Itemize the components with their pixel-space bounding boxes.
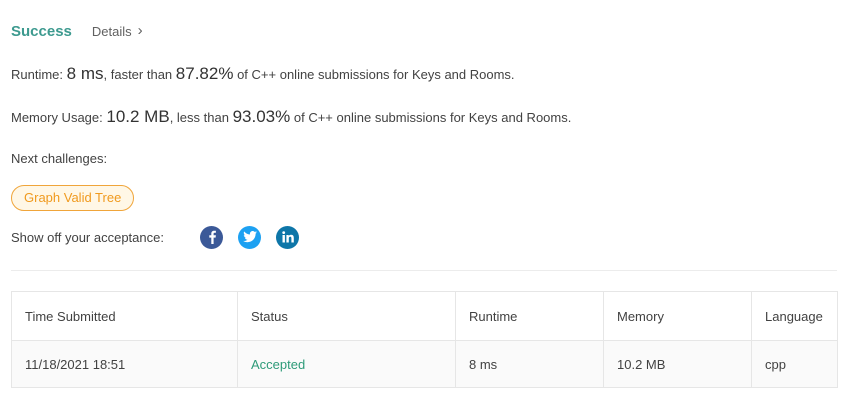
cell-time-submitted: 11/18/2021 18:51 — [11, 340, 238, 388]
memory-label: Memory Usage: — [11, 110, 103, 125]
details-link[interactable]: Details › — [91, 21, 143, 40]
runtime-value: 8 ms — [66, 64, 104, 83]
challenge-tag-graph-valid-tree[interactable]: Graph Valid Tree — [11, 185, 135, 211]
submissions-table: Time Submitted Status Runtime Memory Lan… — [11, 291, 838, 388]
memory-percent: 93.03% — [232, 107, 291, 126]
runtime-label: Runtime: — [11, 67, 64, 82]
result-header: Success Details › — [11, 21, 143, 41]
memory-value: 10.2 MB — [106, 107, 170, 126]
chevron-right-icon: › — [137, 21, 143, 39]
cell-memory: 10.2 MB — [603, 340, 752, 388]
memory-comparison: , less than — [169, 110, 229, 125]
share-label: Show off your acceptance: — [11, 229, 164, 245]
table-header-row: Time Submitted Status Runtime Memory Lan… — [11, 291, 838, 341]
header-language[interactable]: Language — [751, 291, 838, 341]
header-time-submitted[interactable]: Time Submitted — [11, 291, 238, 341]
cell-status: Accepted — [237, 340, 456, 388]
header-memory[interactable]: Memory — [603, 291, 752, 341]
success-status: Success — [11, 22, 72, 40]
header-runtime[interactable]: Runtime — [455, 291, 604, 341]
memory-stat: Memory Usage: 10.2 MB, less than 93.03% … — [11, 107, 571, 127]
runtime-suffix: of C++ online submissions for Keys and R… — [237, 67, 515, 82]
runtime-percent: 87.82% — [175, 64, 234, 83]
section-divider — [11, 270, 837, 271]
twitter-icon[interactable] — [238, 225, 261, 249]
details-label: Details — [91, 23, 132, 39]
memory-suffix: of C++ online submissions for Keys and R… — [293, 110, 572, 125]
linkedin-icon[interactable] — [276, 225, 299, 249]
facebook-icon[interactable] — [200, 225, 223, 249]
cell-runtime: 8 ms — [455, 340, 604, 388]
runtime-comparison: , faster than — [103, 67, 173, 82]
accepted-link[interactable]: Accepted — [251, 357, 305, 372]
runtime-stat: Runtime: 8 ms, faster than 87.82% of C++… — [11, 64, 515, 84]
header-status[interactable]: Status — [237, 291, 456, 341]
next-challenges-label: Next challenges: — [11, 151, 108, 166]
table-row: 11/18/2021 18:51 Accepted 8 ms 10.2 MB c… — [11, 340, 838, 388]
share-row: Show off your acceptance: — [11, 225, 314, 249]
cell-language: cpp — [751, 340, 838, 388]
